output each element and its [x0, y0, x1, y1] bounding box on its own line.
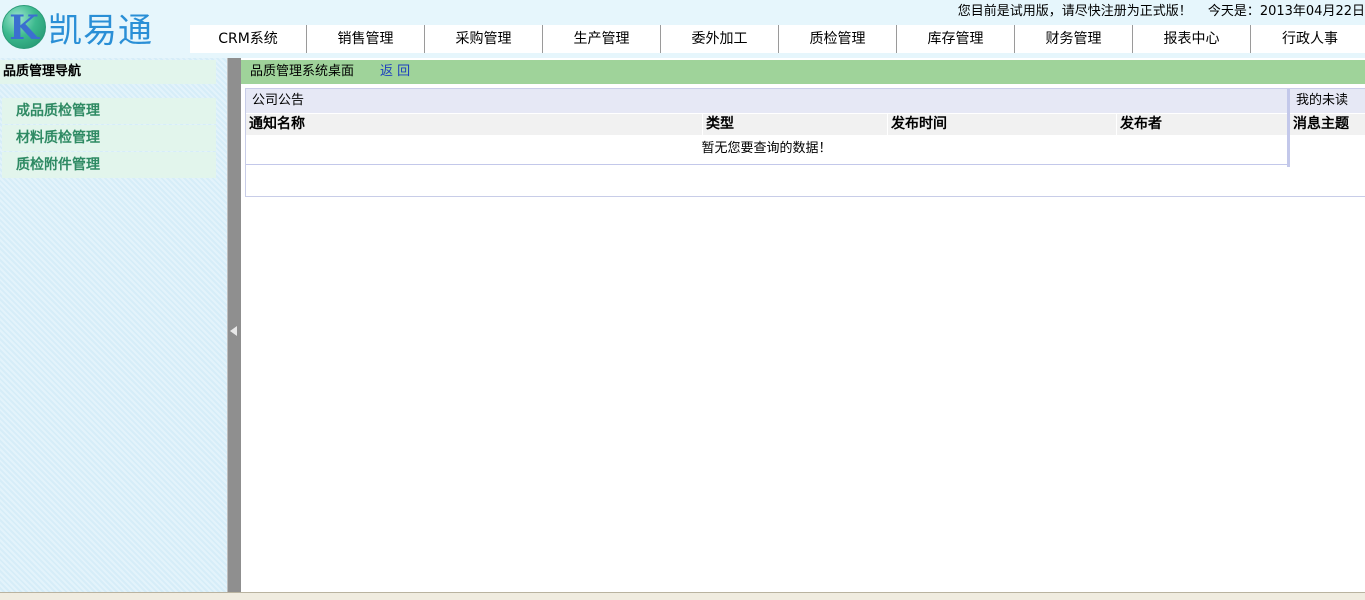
- announcements-title: 公司公告: [246, 89, 1287, 113]
- column-header-type: 类型: [702, 114, 887, 135]
- logo: K 凯易通: [2, 5, 153, 51]
- menu-item-quality[interactable]: 质检管理: [779, 25, 897, 53]
- back-link[interactable]: 返 回: [380, 64, 410, 79]
- breadcrumb: 品质管理系统桌面 返 回: [241, 60, 1365, 84]
- unread-messages-title: 我的未读: [1290, 89, 1365, 113]
- sidebar-title: 品质管理导航: [0, 60, 216, 84]
- column-header-publisher: 发布者: [1116, 114, 1287, 135]
- trial-notice: 您目前是试用版，请尽快注册为正式版！: [957, 4, 1192, 19]
- breadcrumb-title: 品质管理系统桌面: [250, 64, 355, 79]
- today-label: 今天是：: [1207, 4, 1260, 19]
- sidebar-item-finished-product-qc[interactable]: 成品质检管理: [2, 98, 216, 124]
- menu-item-reports[interactable]: 报表中心: [1133, 25, 1251, 53]
- menu-item-finance[interactable]: 财务管理: [1015, 25, 1133, 53]
- sidebar-splitter[interactable]: [227, 58, 241, 592]
- menu-item-crm[interactable]: CRM系统: [190, 25, 307, 53]
- sidebar-item-qc-attachments[interactable]: 质检附件管理: [2, 152, 216, 178]
- column-header-publish-time: 发布时间: [887, 114, 1116, 135]
- menu-item-inventory[interactable]: 库存管理: [897, 25, 1015, 53]
- top-notice: 您目前是试用版，请尽快注册为正式版！ 今天是：2013年04月22日: [958, 2, 1365, 22]
- top-menu: CRM系统 销售管理 采购管理 生产管理 委外加工 质检管理 库存管理 财务管理…: [190, 25, 1365, 53]
- today-date: 2013年04月22日: [1259, 4, 1365, 19]
- announcements-panel: 公司公告 通知名称 类型 发布时间 发布者 暂无您要查询的数据！: [246, 89, 1289, 167]
- column-header-message-subject: 消息主题: [1290, 114, 1365, 135]
- logo-k-icon: K: [2, 5, 46, 49]
- unread-messages-panel: 我的未读 消息主题: [1289, 89, 1365, 167]
- menu-item-admin-hr[interactable]: 行政人事: [1251, 25, 1365, 53]
- menu-item-sales[interactable]: 销售管理: [307, 25, 425, 53]
- collapse-left-arrow-icon[interactable]: [230, 326, 237, 336]
- header: K 凯易通 您目前是试用版，请尽快注册为正式版！ 今天是：2013年04月22日 …: [0, 0, 1365, 58]
- logo-text: 凯易通: [48, 10, 153, 51]
- column-header-notice-name: 通知名称: [246, 114, 702, 135]
- menu-item-purchase[interactable]: 采购管理: [425, 25, 543, 53]
- main-content: 品质管理系统桌面 返 回 公司公告 通知名称 类型 发布时间 发布者 暂无您要查询…: [241, 58, 1365, 592]
- sidebar: 品质管理导航 成品质检管理 材料质检管理 质检附件管理: [0, 58, 227, 592]
- status-bar: [0, 592, 1365, 600]
- menu-item-outsourcing[interactable]: 委外加工: [661, 25, 779, 53]
- sidebar-item-material-qc[interactable]: 材料质检管理: [2, 125, 216, 151]
- menu-item-production[interactable]: 生产管理: [543, 25, 661, 53]
- desktop-panels: 公司公告 通知名称 类型 发布时间 发布者 暂无您要查询的数据！ 我的未读 消息…: [245, 88, 1365, 197]
- empty-data-message: 暂无您要查询的数据！: [246, 135, 1287, 165]
